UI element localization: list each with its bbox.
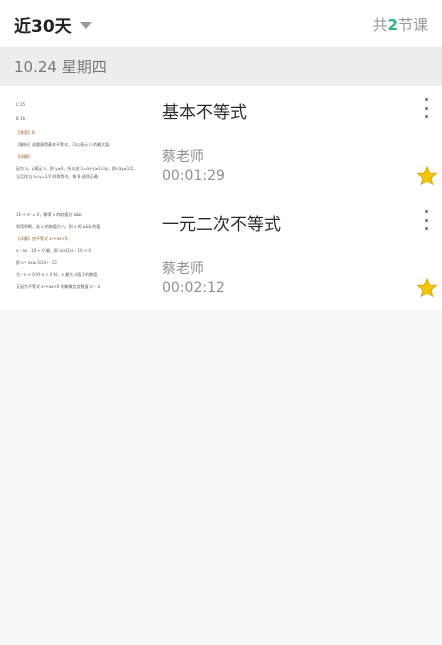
star-icon[interactable]	[416, 277, 438, 299]
thumbnail-text-line: 16 + x² = 0，解得 x 的取值为 a&b	[16, 212, 82, 217]
thumbnail-text-line: 当且仅当 a=y=1/2 时取等号，故 B 选项正确.	[16, 174, 100, 179]
thumbnail-text-line: 因为 a，y满足 n，则 y≥0，所以由 1=a+y≥2√ay，即√ay≤1/2…	[16, 166, 138, 171]
thumbnail-text-line: C 15	[16, 102, 26, 107]
lesson-thumbnail: C 15 B 16 【答案】B 【解析】选题意得基本不等式，可以表示 n 的最大…	[14, 96, 144, 188]
thumbnail-text-line: 又因为不等式 x²+ax<0 的解集包含数值 x² - a	[16, 284, 101, 289]
lesson-duration: 00:02:12	[162, 280, 225, 296]
time-range-label: 近30天	[14, 17, 72, 37]
star-icon[interactable]	[416, 165, 438, 187]
lesson-duration: 00:01:29	[162, 168, 225, 184]
lesson-teacher: 蔡老师	[162, 149, 204, 165]
top-bar: 近30天 共2节课	[0, 0, 442, 48]
thumbnail-text-line: 即 x²- ax≤ 0/2m - 13	[16, 260, 57, 265]
lesson-title: 基本不等式	[162, 103, 247, 123]
time-range-filter[interactable]: 近30天	[14, 12, 92, 37]
thumbnail-text-line: B 16	[16, 116, 26, 121]
date-section-header: 10.24 星期四	[0, 48, 442, 86]
thumbnail-text-line: x - ax - 10 < 0 解，即 a(a/2)x - 10 < 0	[16, 248, 92, 253]
lesson-teacher: 蔡老师	[162, 261, 204, 277]
more-options-icon[interactable]	[422, 210, 430, 230]
lesson-item[interactable]: C 15 B 16 【答案】B 【解析】选题意得基本不等式，可以表示 n 的最大…	[0, 86, 442, 198]
chevron-down-icon	[79, 22, 92, 29]
lesson-list: C 15 B 16 【答案】B 【解析】选题意得基本不等式，可以表示 n 的最大…	[0, 86, 442, 310]
lesson-count-prefix: 共	[372, 16, 388, 34]
thumbnail-text-line: 【详解】	[16, 154, 32, 159]
lesson-count-suffix: 节课	[397, 16, 428, 34]
thumbnail-text-line: 【详解】由不等式 x²+ax<0，	[16, 236, 72, 241]
more-options-icon[interactable]	[422, 98, 430, 118]
thumbnail-text-line: 为 - x < 0 时 a < 0 时，x 最大小值于的数值	[16, 272, 98, 277]
thumbnail-text-line: 【答案】B	[16, 130, 35, 135]
lesson-count-number: 2	[387, 16, 398, 34]
lesson-count: 共2节课	[373, 14, 428, 35]
lesson-title: 一元二次不等式	[162, 215, 281, 235]
lesson-item[interactable]: 16 + x² = 0，解得 x 的取值为 a&b 利用判断，若 x 的取值为 …	[0, 198, 442, 310]
thumbnail-text-line: 【解析】选题意得基本不等式，可以表示 n 的最大值.	[16, 142, 111, 147]
lesson-thumbnail: 16 + x² = 0，解得 x 的取值为 a&b 利用判断，若 x 的取值为 …	[14, 206, 144, 298]
thumbnail-text-line: 利用判断，若 x 的取值为 n，则 x 的 a&b 的值	[16, 224, 101, 229]
